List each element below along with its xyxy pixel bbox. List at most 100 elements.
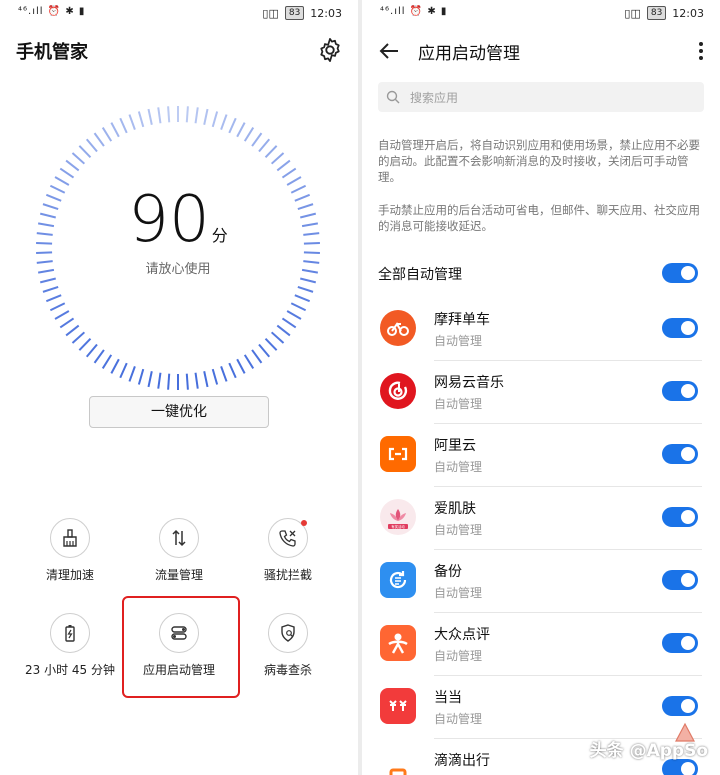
virus-scan-icon — [268, 613, 308, 653]
gear-icon[interactable] — [316, 36, 344, 64]
ring-tick — [228, 117, 237, 134]
ring-tick — [128, 366, 136, 382]
all-auto-manage-toggle[interactable] — [662, 263, 698, 283]
ring-tick — [281, 167, 297, 179]
all-auto-manage-label: 全部自动管理 — [378, 267, 462, 283]
app-toggle[interactable] — [662, 507, 698, 527]
app-row-dangdang[interactable]: 当当 自动管理 — [362, 676, 720, 739]
ring-tick — [65, 159, 80, 172]
tile-data-traffic[interactable]: 流量管理 — [124, 518, 234, 583]
optimize-button[interactable]: 一键优化 — [89, 396, 269, 428]
tile-label: 流量管理 — [154, 568, 203, 582]
top-app-bar: 应用启动管理 — [362, 26, 720, 74]
ring-tick — [157, 107, 162, 124]
ring-tick — [185, 106, 189, 123]
ring-tick — [119, 362, 128, 379]
ring-tick — [71, 331, 86, 344]
app-name: 当当 — [434, 690, 462, 706]
status-network: ⁴⁶.ıll ⏰ ✱ ▮ — [380, 6, 448, 17]
app-name: 备份 — [434, 564, 462, 580]
app-row-backup[interactable]: 备份 自动管理 — [362, 550, 720, 613]
app-subtitle: 自动管理 — [434, 712, 483, 726]
ring-tick — [264, 145, 278, 159]
app-name: 大众点评 — [434, 627, 490, 643]
ring-tick — [211, 368, 219, 385]
app-subtitle: 自动管理 — [434, 334, 483, 348]
highlight-box — [122, 596, 240, 698]
ring-tick — [42, 285, 59, 293]
ring-tick — [157, 372, 162, 389]
battery-level: 83 — [284, 6, 305, 20]
ring-tick — [300, 277, 317, 284]
ring-tick — [211, 111, 219, 128]
ring-tick — [203, 371, 209, 388]
ring-tick — [203, 108, 209, 125]
ring-tick — [258, 138, 271, 153]
app-row-aijifu[interactable]: 有奖活动 爱肌肤 自动管理 — [362, 487, 720, 550]
ring-tick — [128, 114, 136, 130]
tile-battery[interactable]: 23 小时 45 分钟 — [15, 613, 125, 678]
app-row-mobike[interactable]: 摩拜单车 自动管理 — [362, 298, 720, 361]
ring-tick — [101, 354, 113, 369]
ring-tick — [78, 145, 92, 159]
tile-virus-scan[interactable]: 病毒查杀 — [233, 613, 343, 678]
app-toggle[interactable] — [662, 633, 698, 653]
music-icon — [380, 373, 416, 409]
ring-tick — [286, 310, 302, 320]
app-subtitle: 自动管理 — [434, 397, 483, 411]
tile-harass-block[interactable]: 骚扰拦截 — [233, 518, 343, 583]
more-menu-icon[interactable] — [698, 40, 704, 62]
ring-tick — [65, 324, 80, 337]
ring-tick — [78, 337, 92, 351]
ring-tick — [228, 362, 237, 379]
app-toggle[interactable] — [662, 318, 698, 338]
app-row-netease-music[interactable]: 网易云音乐 自动管理 — [362, 361, 720, 424]
tile-cleanup[interactable]: 清理加速 — [15, 518, 125, 583]
status-network: ⁴⁶.ıll ⏰ ✱ ▮ — [18, 6, 86, 17]
watermark: 头条 @AppSo — [589, 741, 708, 761]
ring-tick — [276, 159, 291, 172]
app-subtitle: 自动管理 — [434, 649, 483, 663]
didi-icon — [380, 751, 416, 775]
cloud-icon — [380, 436, 416, 472]
ring-tick — [85, 138, 98, 153]
status-bar: ⁴⁶.ıll ⏰ ✱ ▮ ▯◫ 83 12:03 — [362, 0, 720, 26]
score-ring: 90 分 请放心使用 — [28, 98, 328, 398]
score-hint: 请放心使用 — [145, 262, 211, 277]
app-row-aliyun[interactable]: 阿里云 自动管理 — [362, 424, 720, 487]
ring-tick — [49, 302, 66, 312]
ring-tick — [270, 331, 285, 344]
ring-tick — [45, 294, 62, 303]
back-arrow-icon[interactable] — [378, 40, 400, 62]
ring-tick — [71, 152, 86, 165]
phone-manager-screen: ⁴⁶.ıll ⏰ ✱ ▮ ▯◫ 83 12:03 手机管家 90 分 请放心使用 … — [0, 0, 358, 775]
app-toggle[interactable] — [662, 381, 698, 401]
status-time: 12:03 — [672, 6, 704, 20]
app-row-dianping[interactable]: 大众点评 自动管理 — [362, 613, 720, 676]
ring-tick — [220, 366, 228, 382]
all-auto-manage-row: 全部自动管理 — [378, 262, 704, 284]
ring-tick — [54, 310, 70, 320]
score-number: 90 — [128, 183, 210, 257]
search-input[interactable]: 搜索应用 — [378, 82, 704, 112]
backup-icon — [380, 562, 416, 598]
app-toggle[interactable] — [662, 759, 698, 775]
app-toggle[interactable] — [662, 570, 698, 590]
ring-tick — [59, 167, 75, 179]
ring-tick — [258, 343, 271, 358]
score-value: 90 分 — [28, 183, 328, 257]
tile-label: 23 小时 45 分钟 — [25, 663, 115, 677]
ring-tick — [101, 127, 113, 142]
dangdang-icon — [380, 688, 416, 724]
status-icons: ▯◫ — [624, 6, 641, 20]
dianping-icon — [380, 625, 416, 661]
ring-tick — [220, 114, 228, 130]
ring-tick — [194, 372, 199, 389]
app-toggle[interactable] — [662, 696, 698, 716]
phone-block-icon — [268, 518, 308, 558]
bike-icon — [380, 310, 416, 346]
app-toggle[interactable] — [662, 444, 698, 464]
app-name: 摩拜单车 — [434, 312, 490, 328]
status-time: 12:03 — [310, 6, 342, 20]
app-name: 滴滴出行 — [434, 753, 490, 769]
